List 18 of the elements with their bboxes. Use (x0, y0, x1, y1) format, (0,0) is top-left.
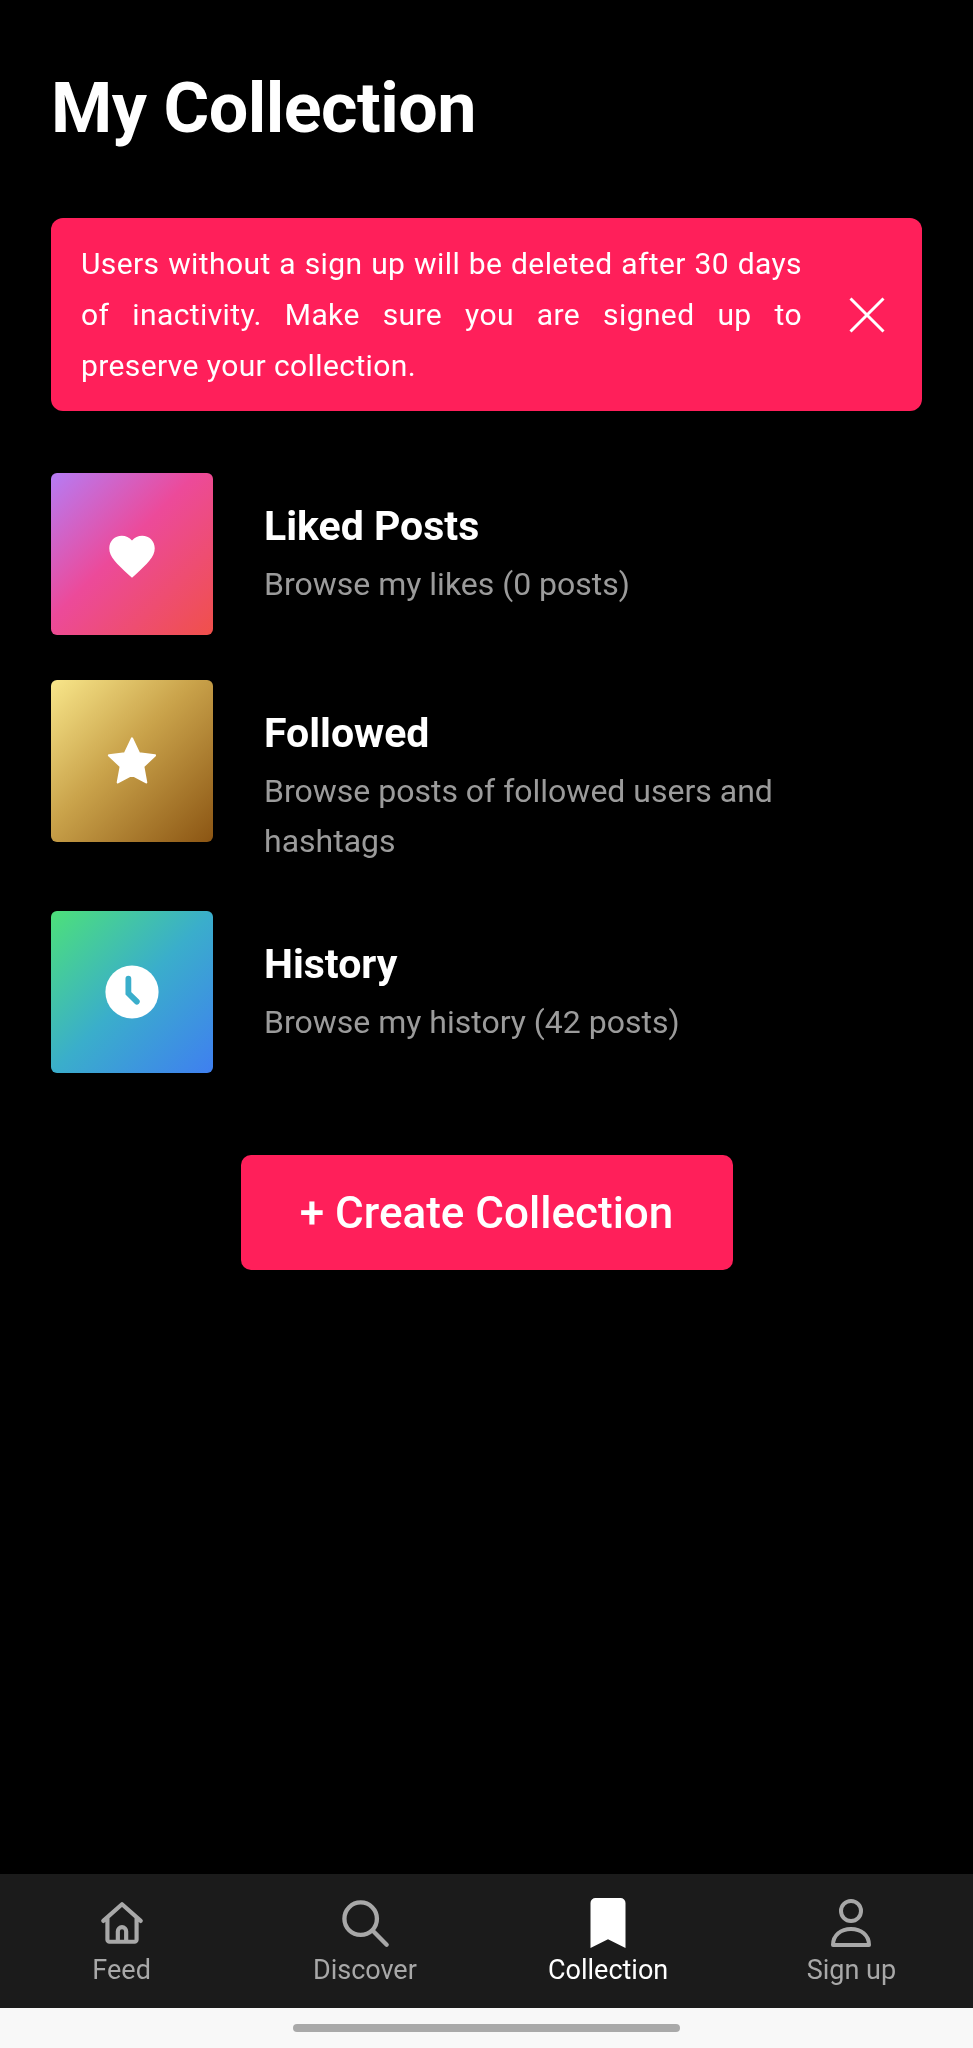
page-title: My Collection (51, 66, 477, 151)
create-collection-button[interactable]: + Create Collection (240, 1155, 733, 1270)
collection-item[interactable]: History Browse my history (42 posts) (51, 911, 922, 1073)
collection-description: Browse my history (42 posts) (264, 1002, 680, 1043)
nav-tab[interactable]: Collection (486, 1874, 730, 2008)
collection-title: History (264, 939, 399, 990)
collection-description: Browse my likes (0 posts) (264, 564, 630, 605)
collection-item[interactable]: Liked Posts Browse my likes (0 posts) (51, 473, 922, 635)
collection-description: Browse posts of followed users and hashtags (264, 771, 774, 862)
collection-title: Liked Posts (264, 501, 481, 552)
bookmark-icon (588, 1898, 629, 1948)
collection-title: Followed (264, 708, 431, 759)
notice-text: Users without a sign up will be deleted after 30 days of inactivity. Make sure you are signed up to preserve your collection. (81, 245, 802, 385)
nav-tab[interactable]: Sign up (729, 1874, 973, 2008)
collection-item[interactable]: Followed Browse posts of followed users and hashtags (51, 680, 922, 866)
clock-icon (103, 963, 161, 1021)
nav-tab[interactable]: Feed (0, 1874, 244, 2008)
nav-tab[interactable]: Discover (243, 1874, 487, 2008)
